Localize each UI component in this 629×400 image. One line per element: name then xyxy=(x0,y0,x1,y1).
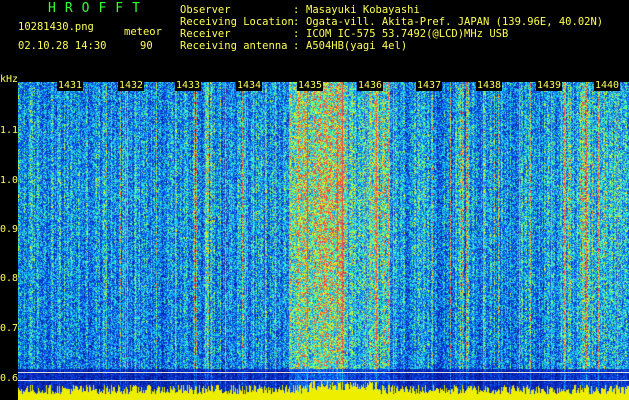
mode-label: meteor xyxy=(124,26,162,38)
x-tick-label: 1438 xyxy=(476,80,503,91)
x-tick-label: 1436 xyxy=(357,80,384,91)
x-tick-label: 1432 xyxy=(118,80,145,91)
mode-value: 90 xyxy=(140,40,153,52)
baseline-line xyxy=(18,372,629,373)
y-tick-label: 0.6 xyxy=(0,373,19,384)
spectrogram-canvas xyxy=(18,82,629,400)
antenna-label: Receiving antenna xyxy=(180,40,288,52)
x-tick-label: 1435 xyxy=(297,80,324,91)
x-tick-label: 1431 xyxy=(57,80,84,91)
y-tick-label: 0.7 xyxy=(0,323,19,334)
timestamp: 02.10.28 14:30 xyxy=(18,40,107,52)
y-tick-label: 1.1 xyxy=(0,125,19,136)
x-tick-label: 1437 xyxy=(416,80,443,91)
y-tick-label: 0.9 xyxy=(0,224,19,235)
antenna-value: A504HB(yagi 4el) xyxy=(306,40,408,52)
y-axis-unit: kHz xyxy=(0,74,19,85)
x-tick-label: 1433 xyxy=(175,80,202,91)
separator: : xyxy=(293,40,300,52)
baseline-line xyxy=(18,380,629,381)
y-tick-label: 1.0 xyxy=(0,175,19,186)
x-tick-label: 1434 xyxy=(236,80,263,91)
filename: 10281430.png xyxy=(18,21,94,33)
x-tick-label: 1440 xyxy=(594,80,621,91)
x-tick-label: 1439 xyxy=(536,80,563,91)
hroftt-title: HROFFT xyxy=(48,1,149,16)
y-tick-label: 0.8 xyxy=(0,273,19,284)
